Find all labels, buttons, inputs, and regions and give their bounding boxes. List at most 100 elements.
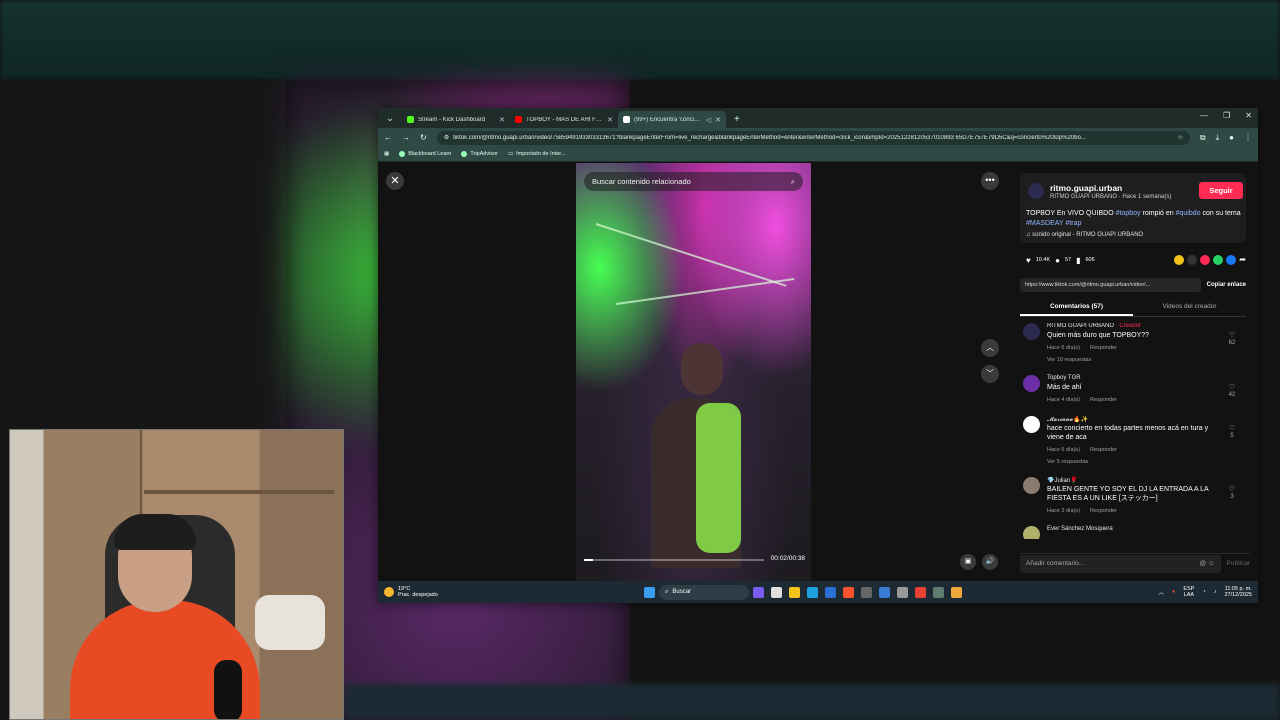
- network-icon[interactable]: ◔: [1202, 589, 1205, 595]
- close-window-icon[interactable]: ✕: [1245, 111, 1252, 120]
- bookmark-icon[interactable]: ▮: [1076, 256, 1080, 265]
- commenter-avatar[interactable]: [1023, 323, 1040, 340]
- tab-search-icon[interactable]: ⌄: [381, 110, 399, 126]
- app-icon[interactable]: [879, 586, 890, 598]
- commenter-name[interactable]: Topboy TGR: [1047, 375, 1081, 381]
- search-icon[interactable]: ⌕: [791, 177, 795, 187]
- back-icon[interactable]: ←: [384, 133, 392, 142]
- bookmark-tripadvisor[interactable]: TripAdvisor: [461, 151, 498, 157]
- commenter-name[interactable]: Ever Sánchez Mosquera: [1047, 526, 1113, 532]
- tab-kick[interactable]: Stream - Kick Dashboard ✕: [402, 111, 510, 128]
- chrome-profile-icon[interactable]: [933, 586, 944, 598]
- video-progress-bar[interactable]: [584, 559, 764, 561]
- mute-icon[interactable]: ◁: [706, 116, 711, 124]
- comment-like[interactable]: ♡ 5: [1225, 424, 1239, 439]
- commenter-avatar[interactable]: [1023, 416, 1040, 433]
- extensions-icon[interactable]: ⧉: [1200, 133, 1206, 143]
- author-username[interactable]: ritmo.guapi.urban: [1050, 183, 1122, 193]
- apps-icon[interactable]: ▦: [384, 151, 389, 157]
- hashtag-link[interactable]: #trap: [1065, 220, 1081, 227]
- share-link-field[interactable]: https://www.tiktok.com/@ritmo.guapi.urba…: [1020, 277, 1201, 292]
- emoji-share-icon[interactable]: [1174, 255, 1185, 265]
- close-video-button[interactable]: ✕: [386, 172, 404, 190]
- close-tab-icon[interactable]: ✕: [499, 116, 505, 124]
- site-info-icon[interactable]: ⚙: [444, 134, 449, 141]
- downloads-icon[interactable]: ⤓: [1216, 133, 1220, 143]
- commenter-name[interactable]: RITMO GUAPI URBANO · Creador: [1047, 323, 1141, 329]
- chevron-up-icon[interactable]: ︿: [1159, 588, 1165, 596]
- close-tab-icon[interactable]: ✕: [715, 116, 721, 124]
- chrome-icon[interactable]: [915, 586, 926, 598]
- new-tab-icon[interactable]: +: [734, 114, 740, 125]
- view-replies-button[interactable]: Ver 5 respuestas: [1047, 459, 1088, 465]
- add-comment-input[interactable]: Añadir comentario... @ ☺: [1020, 554, 1221, 573]
- more-options-button[interactable]: •••: [981, 172, 999, 190]
- video-player[interactable]: Buscar contenido relacionado ⌕ 00:02/00:…: [576, 163, 811, 581]
- next-video-button[interactable]: ﹀: [981, 365, 999, 383]
- taskbar-search[interactable]: ⌕ Buscar: [659, 584, 749, 600]
- chrome-icon[interactable]: [951, 586, 962, 598]
- reload-icon[interactable]: ↻: [420, 133, 427, 142]
- embed-icon[interactable]: [1187, 255, 1198, 265]
- author-avatar[interactable]: [1028, 183, 1044, 199]
- previous-video-button[interactable]: ︿: [981, 339, 999, 357]
- reply-button[interactable]: Responder: [1090, 397, 1117, 403]
- file-explorer-icon[interactable]: [789, 586, 800, 598]
- comment-icon[interactable]: ●: [1055, 256, 1060, 265]
- share-arrow-icon[interactable]: ➦: [1239, 255, 1246, 265]
- commenter-avatar[interactable]: [1023, 375, 1040, 392]
- maximize-icon[interactable]: ❐: [1223, 111, 1230, 120]
- whatsapp-icon[interactable]: [1213, 255, 1224, 265]
- tab-creator-videos[interactable]: Videos del creador: [1133, 299, 1246, 316]
- brave-icon[interactable]: [843, 586, 854, 598]
- mail-icon[interactable]: [825, 586, 836, 598]
- reply-button[interactable]: Responder: [1090, 447, 1117, 453]
- miniplayer-icon[interactable]: ▣: [960, 554, 976, 570]
- follow-button[interactable]: Seguir: [1199, 182, 1243, 199]
- reply-button[interactable]: Responder: [1090, 508, 1117, 514]
- tray-app-icon[interactable]: ●: [1172, 589, 1175, 595]
- edge-icon[interactable]: [807, 586, 818, 598]
- emoji-icon[interactable]: ☺: [1208, 555, 1215, 573]
- bookmark-blackboard[interactable]: Blackboard Learn: [399, 151, 451, 157]
- facebook-icon[interactable]: [1226, 255, 1237, 265]
- reply-button[interactable]: Responder: [1090, 345, 1117, 351]
- minimize-icon[interactable]: —: [1200, 111, 1208, 120]
- bookmark-star-icon[interactable]: ☆: [1178, 134, 1183, 141]
- comment-like[interactable]: ♡ 3: [1225, 485, 1239, 500]
- copilot-icon[interactable]: [753, 586, 764, 598]
- clock[interactable]: 11:05 p. m. 27/12/2025: [1224, 586, 1252, 599]
- hashtag-link[interactable]: #quibdo: [1176, 210, 1201, 217]
- profile-icon[interactable]: ●: [1229, 133, 1234, 142]
- sound-link[interactable]: ♫ sonido original - RITMO GUAPI URBANO: [1026, 232, 1143, 238]
- mention-icon[interactable]: @: [1199, 555, 1206, 573]
- close-tab-icon[interactable]: ✕: [607, 116, 613, 124]
- heart-icon[interactable]: ♥: [1026, 256, 1031, 265]
- tab-youtube[interactable]: TOPBOY - MÁS DE AHÍ FT KZA... ✕: [510, 111, 618, 128]
- comment-like[interactable]: ♡ 62: [1225, 331, 1239, 346]
- commenter-avatar[interactable]: [1023, 477, 1040, 494]
- hashtag-link[interactable]: #topboy: [1116, 210, 1141, 217]
- language-indicator[interactable]: ESP LAA: [1183, 586, 1194, 599]
- hashtag-link[interactable]: #MASDEAY: [1026, 220, 1063, 227]
- commenter-name[interactable]: 💎Julian🌹: [1047, 477, 1078, 484]
- copy-link-button[interactable]: Copiar enlace: [1207, 282, 1246, 288]
- volume-icon[interactable]: 🔊: [982, 554, 998, 570]
- speaker-icon[interactable]: ♪: [1214, 589, 1217, 595]
- tab-comments[interactable]: Comentarios (57): [1020, 299, 1133, 316]
- commenter-avatar[interactable]: [1023, 526, 1040, 539]
- view-replies-button[interactable]: Ver 10 respuestas: [1047, 357, 1091, 363]
- commenter-name[interactable]: 𝓜𝓪𝓻𝓲𝓪𝓷𝓪🔥✨: [1047, 416, 1088, 424]
- bookmark-imported[interactable]: ▭ Importado de Inter...: [508, 151, 565, 157]
- app-icon[interactable]: [861, 586, 872, 598]
- comment-like[interactable]: ♡ 42: [1225, 383, 1239, 398]
- send-icon[interactable]: [1200, 255, 1211, 265]
- github-icon[interactable]: [897, 586, 908, 598]
- store-icon[interactable]: [771, 586, 782, 598]
- windows-start-icon[interactable]: [644, 586, 655, 598]
- tab-tiktok[interactable]: (99+) Encuentra 'concierto... ◁ ✕: [618, 111, 726, 128]
- publish-button[interactable]: Publicar: [1227, 560, 1250, 567]
- menu-icon[interactable]: ⋮: [1244, 133, 1252, 142]
- forward-icon[interactable]: →: [402, 133, 410, 142]
- address-bar[interactable]: ⚙ tiktok.com/@ritmo.guapi.urban/video/75…: [436, 130, 1190, 145]
